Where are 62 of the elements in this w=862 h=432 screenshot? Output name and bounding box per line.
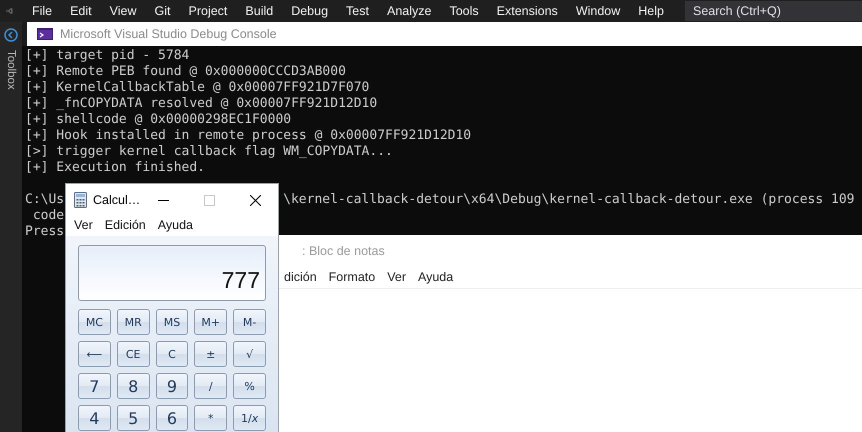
calculator-key[interactable]: MS [156,309,188,335]
toolbox-tab[interactable]: Toolbox [5,50,17,90]
console-line: C:\Us [25,192,64,208]
calculator-key[interactable]: M- [233,309,266,335]
calculator-key[interactable]: ± [194,341,228,367]
console-line: [+] Remote PEB found @ 0x000000CCCD3AB000 [25,64,346,80]
menu-item[interactable]: Edit [61,0,101,22]
menu-item[interactable]: Help [629,0,673,22]
menu-item[interactable]: Edición [98,218,152,232]
calculator-key[interactable]: C [156,341,188,367]
menu-item[interactable]: Git [146,0,180,22]
console-line: [+] target pid - 5784 [25,48,190,64]
back-circle-icon[interactable] [4,28,18,42]
calculator-key[interactable]: CE [116,341,150,367]
calculator-icon [74,192,87,208]
console-app-icon [37,28,53,40]
console-line: [+] _fnCOPYDATA resolved @ 0x00007FF921D12D10 [25,96,378,112]
console-line: [+] KernelCallbackTable @ 0x00007FF921D7F070 [25,80,370,96]
menu-item[interactable]: Analyze [378,0,440,22]
calculator-key[interactable]: 8 [116,373,150,399]
search-field[interactable]: Search (Ctrl+Q) [685,1,862,21]
console-line: \kernel-callback-detour\x64\Debug\kernel-callback-detour.exe (process 109 [283,192,854,208]
calculator-key[interactable]: M+ [194,309,228,335]
menu-item[interactable]: Extensions [488,0,567,22]
menu-item[interactable]: Tools [440,0,488,22]
menu-item[interactable]: Ayuda [412,270,460,284]
menu-item[interactable]: Test [337,0,378,22]
menu-item[interactable]: Project [180,0,236,22]
calculator-key[interactable]: % [233,373,266,399]
menu-item[interactable]: File [22,0,62,22]
menu-item[interactable]: Ayuda [152,218,199,232]
console-line: code [32,208,64,224]
calculator-key[interactable]: 6 [156,405,188,431]
console-line: [>] trigger kernel callback flag WM_COPYDATA... [25,144,393,160]
menu-item[interactable]: Debug [282,0,338,22]
window-title: Microsoft Visual Studio Debug Console [60,27,277,41]
calculator-key[interactable]: 9 [156,373,188,399]
calculator-key[interactable]: 5 [116,405,150,431]
menu-item[interactable]: Ver [381,270,412,284]
calculator-key[interactable]: 1/x [233,405,266,431]
menu-item[interactable]: Build [236,0,282,22]
menu-item[interactable]: Window [566,0,630,22]
calculator-key[interactable]: * [194,405,228,431]
window-title: : Bloc de notas [301,243,386,260]
console-line: Press [25,224,64,240]
menu-item[interactable]: dición [278,270,323,284]
console-line: [+] Execution finished. [25,160,206,176]
menu-item[interactable]: Formato [322,270,382,284]
calculator-key[interactable]: ⟵ [78,341,111,367]
window-title: Calcul… [92,193,140,207]
calculator-key[interactable]: MC [78,309,111,335]
close-icon[interactable] [250,194,261,206]
menu-item[interactable]: Ver [68,218,99,232]
console-line: [+] shellcode @ 0x00000298EC1F0000 [25,112,292,128]
console-line: [+] Hook installed in remote process @ 0x00007FF921D12D10 [25,128,472,144]
calculator-key[interactable]: / [194,373,228,399]
calculator-key[interactable]: 4 [78,405,111,431]
calculator-display: 777 [78,245,266,301]
menu-item[interactable]: View [100,0,146,22]
calculator-key[interactable]: MR [116,309,150,335]
calculator-key[interactable]: √ [233,341,266,367]
calculator-key[interactable]: 7 [78,373,111,399]
